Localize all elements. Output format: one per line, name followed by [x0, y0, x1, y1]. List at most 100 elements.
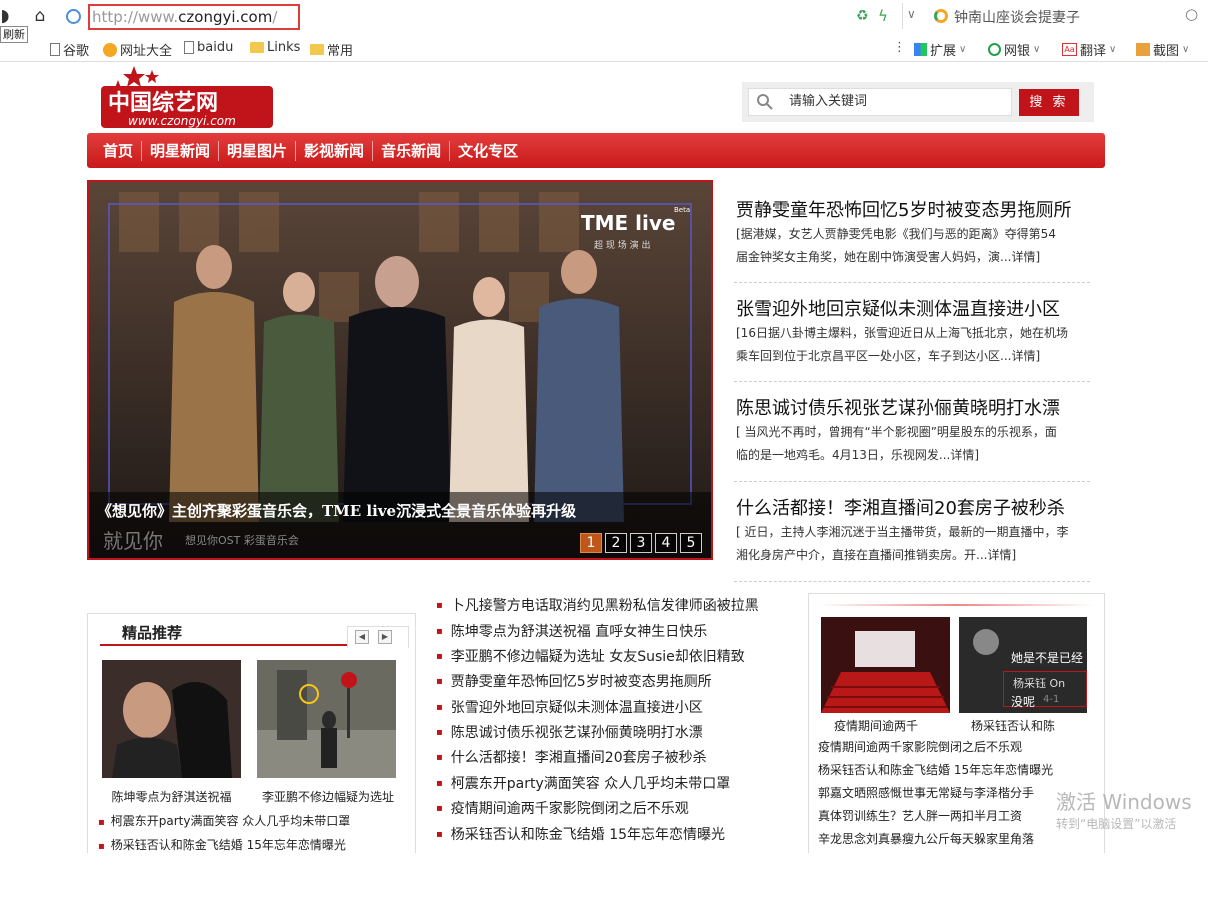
thumb-overlay-text: 4-1: [1043, 694, 1060, 705]
list-item[interactable]: 陈坤零点为舒淇送祝福 直呼女神生日快乐: [436, 621, 707, 641]
prev-arrow-icon[interactable]: ◀: [355, 630, 369, 644]
recycle-icon[interactable]: ♻: [856, 8, 869, 24]
divider: [734, 481, 1090, 482]
svg-text:就见你: 就见你: [103, 529, 163, 553]
lightning-icon[interactable]: ϟ: [878, 7, 888, 25]
svg-text:TME live: TME live: [581, 211, 675, 235]
thumb-overlay-text: 她是不是已经: [1011, 651, 1084, 665]
translate-button[interactable]: Aa 翻译 ∨: [1062, 40, 1116, 59]
list-item[interactable]: 李亚鹏不修边幅疑为选址 女友Susie却依旧精致: [436, 646, 745, 666]
slider-page-1[interactable]: 1: [580, 533, 602, 553]
thumb-overlay-text: 杨采钰 On: [1013, 677, 1066, 690]
headline-title[interactable]: 张雪迎外地回京疑似未测体温直接进小区: [736, 295, 1060, 321]
folder-icon: [250, 42, 264, 53]
bookmark-links[interactable]: Links: [250, 40, 300, 55]
list-item[interactable]: 贾静雯童年恐怖回忆5岁时被变态男拖厕所: [436, 671, 712, 691]
headline-title[interactable]: 陈思诚讨债乐视张艺谋孙俪黄晓明打水漂: [736, 394, 1060, 420]
list-item[interactable]: 柯震东开party满面笑容 众人几乎均未带口罩: [98, 812, 351, 829]
slider-page-5[interactable]: 5: [680, 533, 702, 553]
nav-music-news[interactable]: 音乐新闻: [372, 140, 449, 161]
chevron-down-icon: ∨: [1033, 44, 1041, 55]
svg-text:Beta: Beta: [674, 206, 690, 214]
back-icon[interactable]: ◗: [0, 6, 10, 26]
search-button[interactable]: 搜 索: [1019, 89, 1079, 116]
search-input[interactable]: 请输入关键词: [748, 88, 1012, 116]
headline-summary: [ 当风光不再时，曾拥有“半个影视圈”明星股东的乐视系，面 临的是一地鸡毛。4月1…: [736, 425, 1057, 462]
list-item[interactable]: 疫情期间逾两千家影院倒闭之后不乐观: [818, 738, 1022, 755]
nav-film-news[interactable]: 影视新闻: [295, 140, 372, 161]
divider: [734, 282, 1090, 283]
nav-home[interactable]: 首页: [95, 141, 141, 161]
thumb-overlay-text: 没呢: [1011, 695, 1036, 709]
divider: [902, 3, 903, 29]
shield-icon: [988, 43, 1001, 56]
svg-text:中国综艺网: 中国综艺网: [108, 90, 218, 116]
search-engine-icon[interactable]: [934, 9, 948, 23]
slider-page-4[interactable]: 4: [655, 533, 677, 553]
slider-pagination: 1 2 3 4 5: [580, 533, 702, 553]
recommend-thumb[interactable]: [102, 660, 241, 778]
thumb-caption[interactable]: 杨采钰否认和陈: [971, 717, 1055, 734]
headline-title[interactable]: 贾静雯童年恐怖回忆5岁时被变态男拖厕所: [736, 196, 1071, 222]
url-input[interactable]: http://www.czongyi.com/: [88, 4, 300, 30]
bookmark-common[interactable]: 常用: [310, 40, 353, 59]
main-nav: 首页 明星新闻 明星图片 影视新闻 音乐新闻 文化专区: [87, 133, 1105, 168]
scissors-icon: [1136, 43, 1150, 56]
extensions-button[interactable]: 扩展 ∨: [914, 40, 966, 59]
list-item[interactable]: 杨采钰否认和陈金飞结婚 15年忘年恋情曝光: [98, 836, 346, 853]
netbank-button[interactable]: 网银 ∨: [988, 40, 1040, 59]
headline-summary: [据港媒，女艺人贾静雯凭电影《我们与恶的距离》夺得第54 届金钟奖女主角奖，她在剧…: [736, 227, 1056, 264]
bookmark-url-directory[interactable]: 网址大全: [103, 40, 172, 59]
globe-icon: [103, 42, 117, 57]
avatar: [973, 629, 999, 655]
svg-text:www.czongyi.com: www.czongyi.com: [128, 114, 236, 128]
divider: [734, 581, 1090, 582]
list-item[interactable]: 陈思诚讨债乐视张艺谋孙俪黄晓明打水漂: [436, 722, 703, 742]
page-icon: [50, 43, 60, 56]
nav-culture[interactable]: 文化专区: [449, 140, 526, 161]
thumb-caption[interactable]: 疫情期间逾两千: [834, 717, 918, 734]
list-item[interactable]: 柯震东开party满面笑容 众人几乎均未带口罩: [436, 773, 730, 793]
list-item[interactable]: 辛龙思念刘真暴瘦九公斤每天躲家里角落: [818, 830, 1034, 847]
list-item[interactable]: 疫情期间逾两千家影院倒闭之后不乐观: [436, 798, 689, 818]
list-item[interactable]: 郭嘉文晒照感慨世事无常疑与李泽楷分手: [818, 784, 1034, 801]
chevron-down-icon: ∨: [1109, 44, 1117, 55]
bookmark-baidu[interactable]: baidu: [184, 40, 233, 55]
slider-caption[interactable]: 《想见你》主创齐聚彩蛋音乐会，TME live沉浸式全景音乐体验再升级: [89, 500, 711, 521]
list-item[interactable]: 杨采钰否认和陈金飞结婚 15年忘年恋情曝光: [436, 824, 725, 844]
hot-thumb[interactable]: [821, 617, 950, 713]
translate-icon: Aa: [1062, 43, 1077, 56]
thumb-caption[interactable]: 陈坤零点为舒淇送祝福: [102, 788, 241, 805]
search-suggestion[interactable]: 钟南山座谈会提妻子: [954, 7, 1080, 27]
search-icon[interactable]: ○: [1185, 5, 1198, 23]
bookmark-google[interactable]: 谷歌: [50, 40, 89, 59]
svg-text:超 现 场 演 出: 超 现 场 演 出: [594, 239, 650, 251]
headline-title[interactable]: 什么活都接！李湘直播间20套房子被秒杀: [736, 494, 1065, 520]
svg-text:想见你OST 彩蛋音乐会: 想见你OST 彩蛋音乐会: [185, 533, 299, 547]
screenshot-button[interactable]: 截图 ∨: [1136, 40, 1189, 59]
chevron-down-icon: ∨: [1182, 44, 1190, 55]
recommend-thumb[interactable]: [257, 660, 396, 778]
slider-page-2[interactable]: 2: [605, 533, 627, 553]
slider-page-3[interactable]: 3: [630, 533, 652, 553]
next-arrow-icon[interactable]: ▶: [378, 630, 392, 644]
activation-watermark-text: 转到“电脑设置”以激活: [1056, 817, 1177, 831]
more-icon[interactable]: ⋮: [893, 40, 906, 55]
home-icon[interactable]: ⌂: [30, 6, 50, 26]
divider: [818, 604, 1094, 606]
list-item[interactable]: 什么活都接！李湘直播间20套房子被秒杀: [436, 747, 707, 767]
refresh-tooltip: 刷新: [0, 26, 28, 43]
list-item[interactable]: 真体罚训练生？艺人胖一两扣半月工资: [818, 807, 1022, 824]
list-item[interactable]: 杨采钰否认和陈金飞结婚 15年忘年恋情曝光: [818, 761, 1053, 778]
list-item[interactable]: 卜凡接警方电话取消约见黑粉私信发律师函被拉黑: [436, 595, 759, 615]
site-logo[interactable]: 中国综艺网 www.czongyi.com: [98, 64, 278, 130]
nav-star-news[interactable]: 明星新闻: [141, 140, 218, 161]
chevron-down-icon[interactable]: ∨: [907, 7, 916, 21]
thumb-caption[interactable]: 李亚鹏不修边幅疑为选址: [255, 788, 401, 805]
extensions-icon: [914, 43, 927, 56]
chevron-down-icon: ∨: [959, 44, 967, 55]
hot-thumb[interactable]: 她是不是已经 杨采钰 On 没呢 4-1: [959, 617, 1087, 713]
divider: [734, 381, 1090, 382]
nav-star-photos[interactable]: 明星图片: [218, 140, 295, 161]
list-item[interactable]: 张雪迎外地回京疑似未测体温直接进小区: [436, 697, 703, 717]
